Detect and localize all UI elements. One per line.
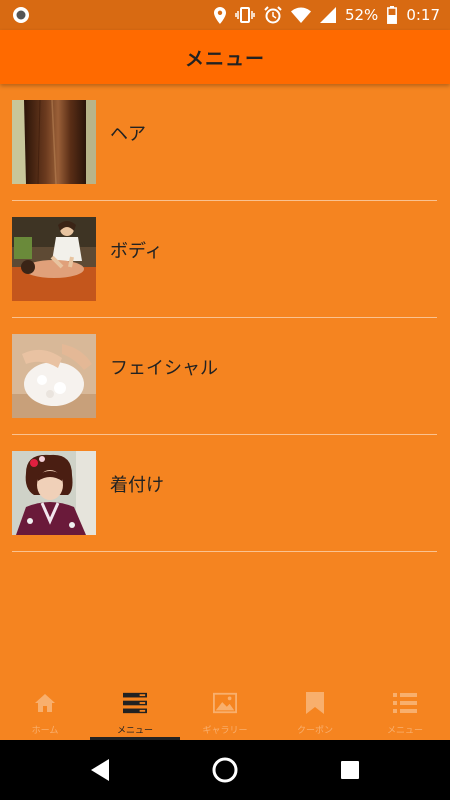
recents-button[interactable] (335, 755, 365, 785)
nav-menu[interactable]: メニュー (90, 685, 180, 740)
menu-item-facial[interactable]: フェイシャル (12, 318, 437, 435)
nav-home[interactable]: ホーム (0, 685, 90, 740)
app-header: メニュー (0, 30, 450, 84)
location-icon (213, 6, 226, 24)
system-nav-bar (0, 740, 450, 800)
nav-list[interactable]: メニュー (360, 685, 450, 740)
home-button[interactable] (210, 755, 240, 785)
alarm-icon (264, 6, 282, 24)
back-button[interactable] (85, 755, 115, 785)
app-indicator-icon (12, 6, 30, 28)
vibrate-icon (235, 7, 255, 23)
menu-item-hair[interactable]: ヘア (12, 84, 437, 201)
nav-gallery[interactable]: ギャラリー (180, 685, 270, 740)
kimono-photo (12, 451, 96, 535)
list-icon (393, 691, 417, 715)
facial-photo (12, 334, 96, 418)
battery-percent: 52% (344, 6, 379, 24)
menu-item-label: 着付け (110, 475, 164, 496)
nav-home-label: ホーム (31, 726, 59, 736)
menu-item-label: ヘア (110, 124, 146, 145)
menu-item-label: ボディ (110, 241, 163, 262)
menu-list: ヘア ボディ フェイシャル 着付け (12, 84, 437, 552)
bookmark-icon (303, 691, 327, 715)
hair-photo (12, 100, 96, 184)
menu-item-kitsuke[interactable]: 着付け (12, 435, 437, 552)
nav-coupon[interactable]: クーポン (270, 685, 360, 740)
status-bar: 52% 0:17 (0, 0, 450, 30)
massage-photo (12, 217, 96, 301)
nav-coupon-label: クーポン (296, 726, 333, 736)
menu-item-body[interactable]: ボディ (12, 201, 437, 318)
bottom-nav: ホーム メニュー ギャラリー クーポン メニュー (0, 685, 450, 740)
page-title: メニュー (184, 47, 265, 70)
home-icon (33, 691, 57, 715)
clock: 0:17 (406, 6, 440, 24)
wifi-icon (290, 7, 311, 23)
nav-list-label: メニュー (386, 726, 423, 736)
battery-icon (387, 6, 398, 24)
nav-gallery-label: ギャラリー (202, 726, 248, 736)
nav-menu-label: メニュー (116, 726, 153, 736)
gallery-icon (213, 691, 237, 715)
menu-list-icon (123, 691, 147, 715)
signal-icon (319, 7, 336, 23)
menu-item-label: フェイシャル (110, 358, 218, 379)
